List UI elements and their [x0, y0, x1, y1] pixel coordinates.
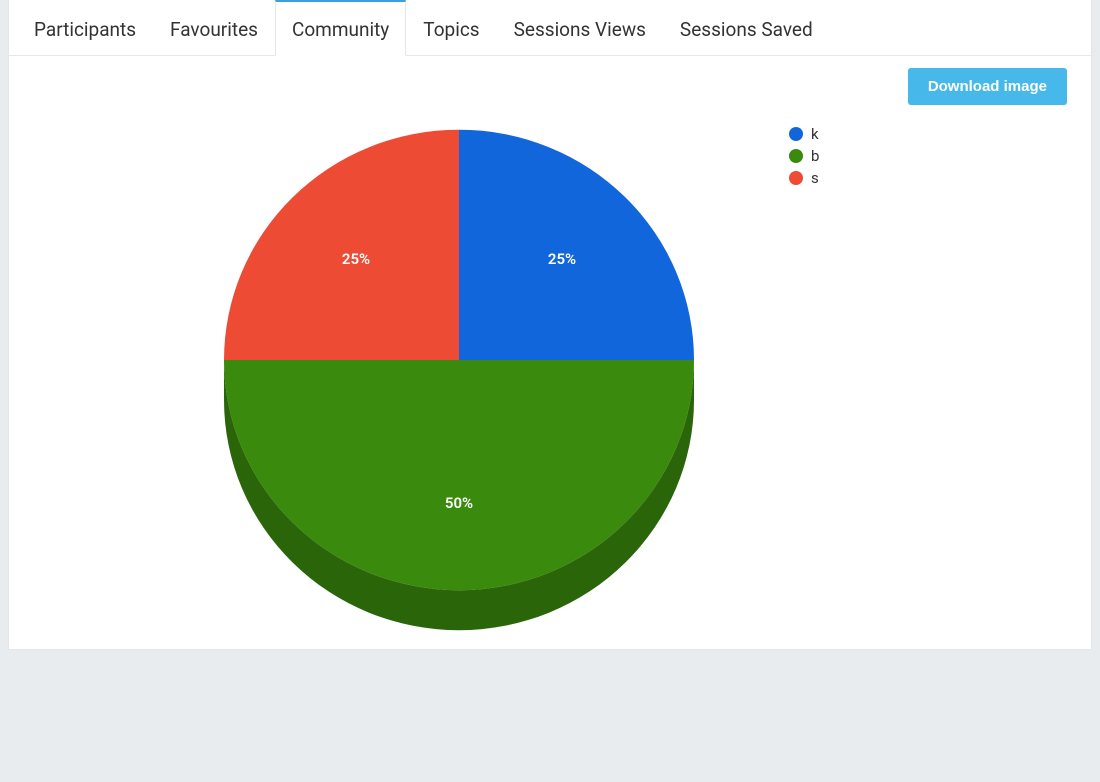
- tab-favourites[interactable]: Favourites: [153, 0, 275, 56]
- pie-slice-label-s: 25%: [342, 250, 370, 268]
- chart-area: 25% 50% 25% k b s: [9, 105, 1091, 645]
- legend: k b s: [789, 125, 819, 191]
- tab-topics[interactable]: Topics: [406, 0, 496, 56]
- legend-item-b[interactable]: b: [789, 147, 819, 165]
- panel: Participants Favourites Community Topics…: [8, 0, 1092, 650]
- pie-chart: 25% 50% 25%: [9, 105, 1089, 645]
- toolbar: Download image: [9, 56, 1091, 105]
- legend-label: s: [811, 169, 819, 187]
- pie-slice-k[interactable]: [459, 130, 694, 360]
- legend-item-s[interactable]: s: [789, 169, 819, 187]
- download-image-button[interactable]: Download image: [908, 68, 1067, 105]
- tab-participants[interactable]: Participants: [17, 0, 153, 56]
- tab-sessions-saved[interactable]: Sessions Saved: [663, 0, 830, 56]
- pie-slice-label-k: 25%: [548, 250, 576, 268]
- legend-label: b: [811, 147, 819, 165]
- pie-slice-s[interactable]: [224, 130, 459, 360]
- legend-swatch-icon: [789, 149, 803, 163]
- tab-community[interactable]: Community: [275, 0, 406, 56]
- pie-slice-label-b: 50%: [445, 494, 473, 512]
- legend-item-k[interactable]: k: [789, 125, 819, 143]
- legend-swatch-icon: [789, 127, 803, 141]
- legend-label: k: [811, 125, 819, 143]
- tabs: Participants Favourites Community Topics…: [9, 0, 1091, 56]
- tab-sessions-views[interactable]: Sessions Views: [497, 0, 663, 56]
- legend-swatch-icon: [789, 171, 803, 185]
